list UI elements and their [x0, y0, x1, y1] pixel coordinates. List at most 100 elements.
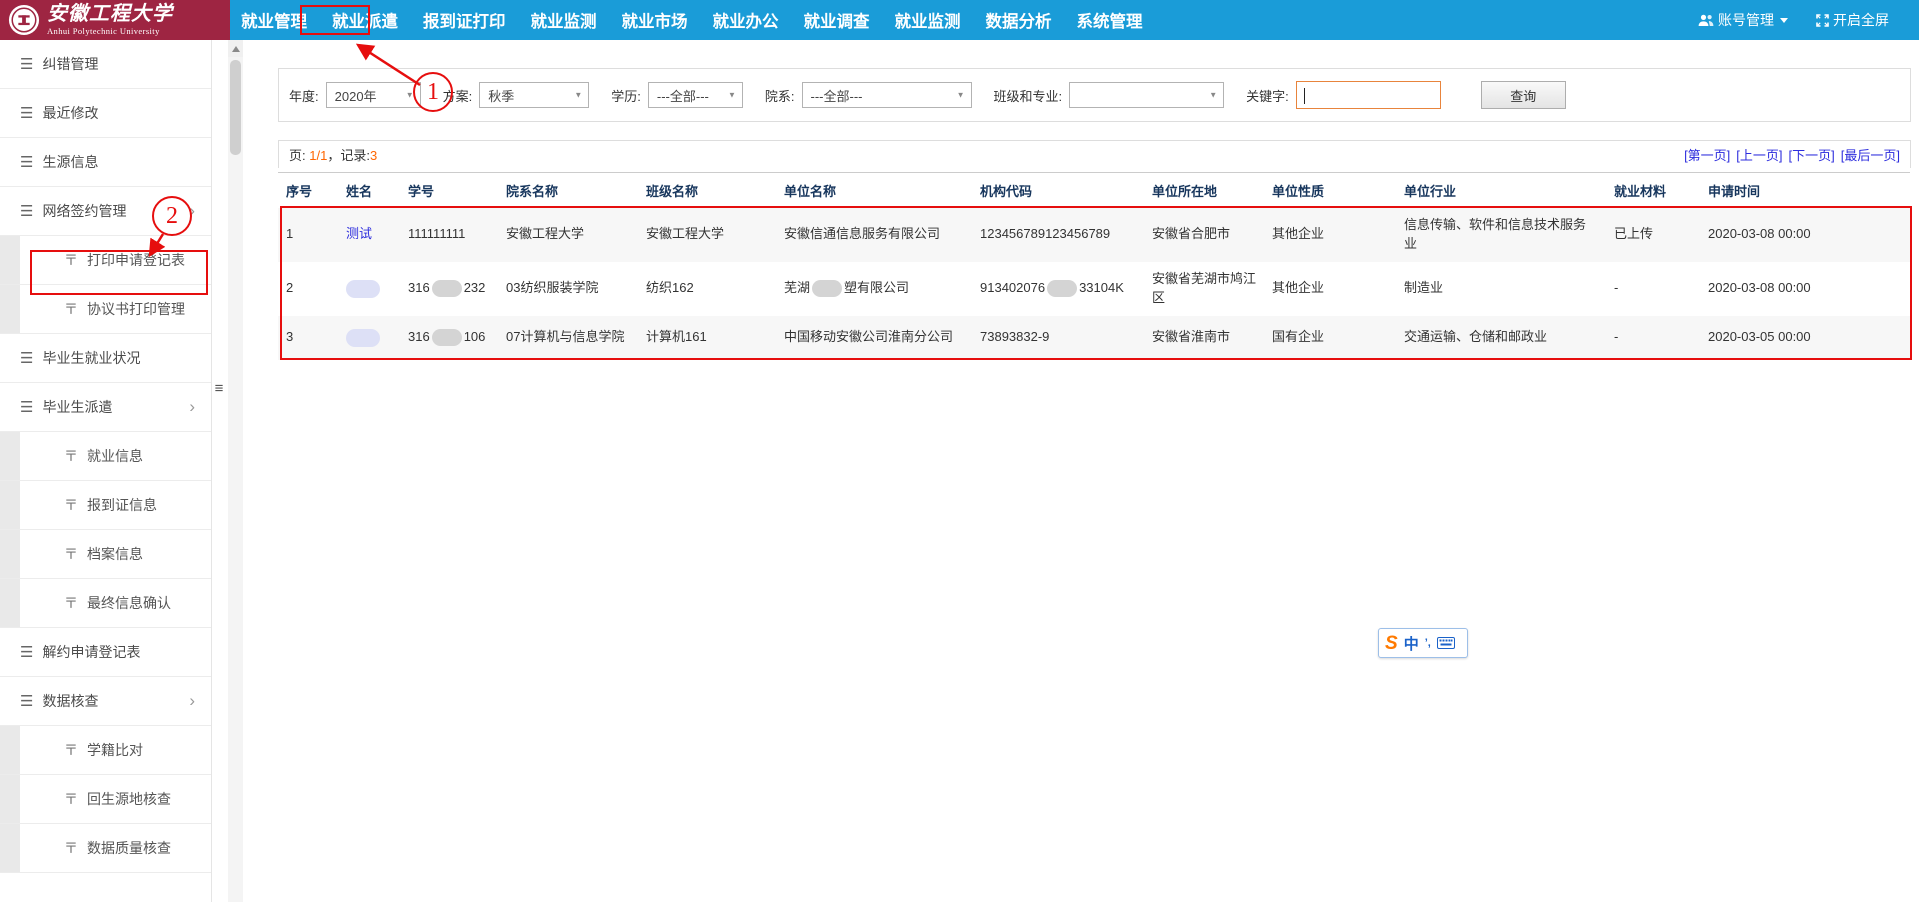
nav-item[interactable]: 就业办公: [708, 5, 784, 35]
search-button[interactable]: 查询: [1481, 81, 1566, 109]
degree-label: 学历:: [611, 86, 641, 105]
sidebar-item-label: 数据核查: [42, 691, 98, 711]
page-link-1[interactable]: [上一页]: [1736, 148, 1782, 163]
text-cursor: [1304, 88, 1305, 104]
account-menu[interactable]: 账号管理: [1698, 10, 1788, 30]
nav-item[interactable]: 就业市场: [617, 5, 693, 35]
cell-type: 国有企业: [1264, 316, 1396, 360]
year-label: 年度:: [289, 86, 319, 105]
list-icon: ☰: [20, 204, 33, 219]
cell-cls: 计算机161: [638, 316, 776, 360]
cell-industry: 信息传输、软件和信息技术服务业: [1396, 208, 1606, 262]
keyboard-icon[interactable]: [1437, 637, 1455, 649]
sidebar-item[interactable]: ☰纠错管理: [0, 40, 211, 89]
sidebar-subitem[interactable]: 〒档案信息: [0, 530, 211, 579]
sidebar-subitem[interactable]: 〒就业信息: [0, 432, 211, 481]
sidebar-subitem[interactable]: 〒数据质量核查: [0, 824, 211, 873]
nav-item[interactable]: 数据分析: [981, 5, 1057, 35]
sidebar-item[interactable]: ☰网络签约管理›: [0, 187, 211, 236]
class-major-select[interactable]: ▼: [1069, 82, 1224, 108]
sogou-icon[interactable]: S: [1385, 634, 1398, 653]
sidebar-subitem[interactable]: 〒学籍比对: [0, 726, 211, 775]
table-header-row: 序号姓名学号院系名称班级名称单位名称机构代码单位所在地单位性质单位行业就业材料申…: [278, 173, 1910, 208]
column-header: 单位名称: [776, 173, 972, 208]
page-link-2[interactable]: [下一页]: [1789, 148, 1835, 163]
student-name-link[interactable]: 测试: [346, 226, 372, 241]
scroll-up-button[interactable]: [228, 40, 243, 57]
nav-item[interactable]: 就业调查: [799, 5, 875, 35]
sidebar-item[interactable]: ☰生源信息: [0, 138, 211, 187]
page-link-3[interactable]: [最后一页]: [1841, 148, 1900, 163]
chevron-right-icon[interactable]: ›: [189, 397, 195, 417]
cell-material: -: [1606, 316, 1700, 360]
cell-seq: 1: [278, 208, 338, 262]
ime-toolbar[interactable]: S 中 ’,: [1378, 628, 1468, 658]
sidebar-item[interactable]: ☰解约申请登记表: [0, 628, 211, 677]
ime-mode-label[interactable]: 中: [1404, 633, 1419, 654]
nav-item[interactable]: 就业监测: [526, 5, 602, 35]
list-icon: ☰: [20, 106, 33, 121]
nav-item[interactable]: 系统管理: [1072, 5, 1148, 35]
sidebar-item-label: 解约申请登记表: [42, 642, 140, 662]
sidebar-collapse-handle[interactable]: ≡: [210, 378, 228, 400]
sidebar-subitem[interactable]: 〒报到证信息: [0, 481, 211, 530]
sidebar-item[interactable]: ☰最近修改: [0, 89, 211, 138]
university-name-cn: 安徽工程大学: [47, 4, 173, 24]
university-name-en: Anhui Polytechnic University: [47, 27, 173, 36]
sidebar-item-label: 纠错管理: [42, 54, 98, 74]
sidebar-item[interactable]: ☰数据核查›: [0, 677, 211, 726]
cell-name: [338, 262, 400, 316]
record-count: 3: [370, 148, 377, 163]
dropdown-arrow-icon: ▼: [574, 91, 582, 100]
cell-type: 其他企业: [1264, 262, 1396, 316]
records-table-wrap: 序号姓名学号院系名称班级名称单位名称机构代码单位所在地单位性质单位行业就业材料申…: [278, 172, 1911, 360]
nav-item[interactable]: 报到证打印: [418, 5, 511, 35]
student-name-link[interactable]: [346, 280, 380, 295]
sidebar-item-label: 毕业生派遣: [42, 397, 112, 417]
sidebar-subitem[interactable]: 〒打印申请登记表: [0, 236, 211, 285]
redacted-blob: [812, 280, 842, 297]
chevron-right-icon[interactable]: ›: [189, 201, 195, 221]
student-name-link[interactable]: [346, 329, 380, 344]
sidebar-item[interactable]: ☰ 毕业生派遣 ›: [0, 383, 211, 432]
page-info: 页: 1/1，记录:3: [289, 145, 377, 164]
cell-company: 安徽信通信息服务有限公司: [776, 208, 972, 262]
department-select[interactable]: ---全部---▼: [802, 82, 972, 108]
cell-company: 芜湖塑有限公司: [776, 262, 972, 316]
cell-time: 2020-03-08 00:00: [1700, 208, 1910, 262]
sidebar-subitem[interactable]: 〒协议书打印管理: [0, 285, 211, 334]
pagination-links: [第一页] [上一页] [下一页] [最后一页]: [1678, 145, 1900, 164]
column-header: 单位行业: [1396, 173, 1606, 208]
column-header: 就业材料: [1606, 173, 1700, 208]
keyword-input[interactable]: [1296, 81, 1441, 109]
cell-type: 其他企业: [1264, 208, 1396, 262]
cell-dept: 安徽工程大学: [498, 208, 638, 262]
nav-item[interactable]: 就业监测: [890, 5, 966, 35]
degree-select[interactable]: ---全部---▼: [648, 82, 743, 108]
fullscreen-button[interactable]: 开启全屏: [1816, 10, 1889, 30]
cell-material: -: [1606, 262, 1700, 316]
department-label: 院系:: [765, 86, 795, 105]
top-nav: 就业管理就业派遣报到证打印就业监测就业市场就业办公就业调查就业监测数据分析系统管…: [236, 0, 1163, 40]
chevron-right-icon[interactable]: ›: [189, 691, 195, 711]
ime-punctuation-icon[interactable]: ’,: [1425, 637, 1431, 649]
account-menu-label: 账号管理: [1718, 10, 1774, 30]
scrollbar-thumb[interactable]: [230, 60, 241, 155]
cell-industry: 制造业: [1396, 262, 1606, 316]
sidebar-subitem[interactable]: 〒回生源地核查: [0, 775, 211, 824]
page-number: 1/1: [309, 148, 327, 163]
cell-dept: 07计算机与信息学院: [498, 316, 638, 360]
nav-item[interactable]: 就业管理: [236, 5, 312, 35]
page-link-0[interactable]: [第一页]: [1684, 148, 1730, 163]
column-header: 序号: [278, 173, 338, 208]
sidebar-subitem[interactable]: 〒最终信息确认: [0, 579, 211, 628]
year-select[interactable]: 2020年▼: [326, 82, 421, 108]
sidebar-item[interactable]: ☰毕业生就业状况: [0, 334, 211, 383]
dropdown-arrow-icon: ▼: [1209, 91, 1217, 100]
table-row: 231623203纺织服装学院纺织162芜湖塑有限公司9134020763310…: [278, 262, 1910, 316]
nav-item[interactable]: 就业派遣: [327, 5, 403, 35]
keyword-label: 关键字:: [1246, 86, 1289, 105]
list-icon: ☰: [20, 400, 33, 415]
plan-select[interactable]: 秋季▼: [479, 82, 589, 108]
content-scrollbar[interactable]: [228, 40, 243, 902]
